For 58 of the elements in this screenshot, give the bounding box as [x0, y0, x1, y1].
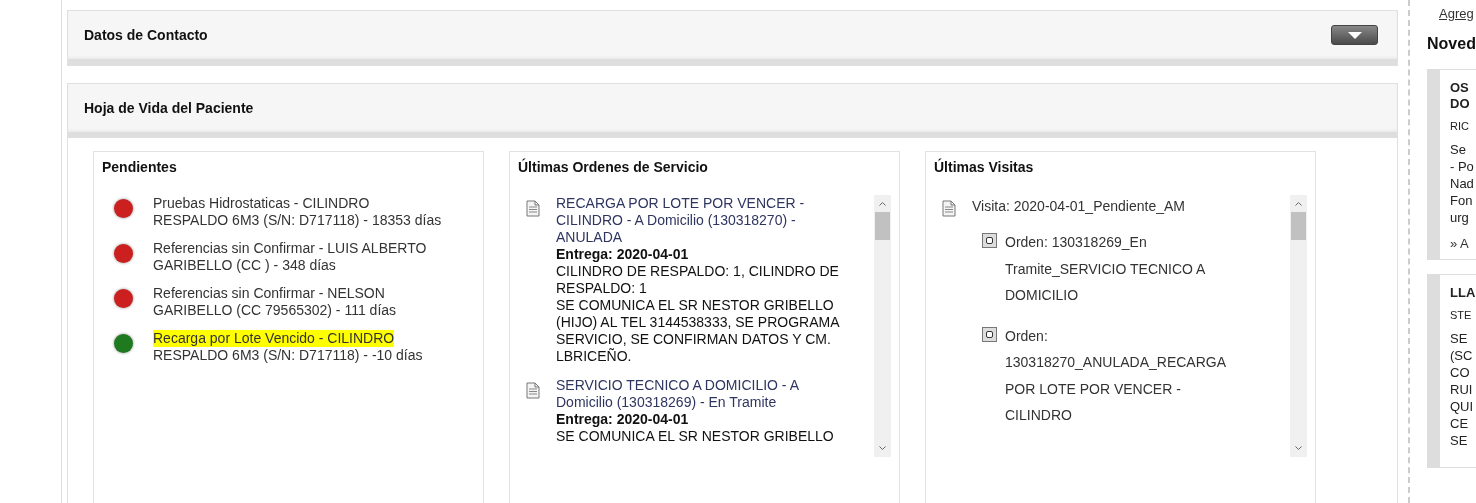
delivery-date: Entrega: 2020-04-01 — [556, 411, 690, 428]
visit-link[interactable]: Visita: 2020-04-01_Pendiente_AM — [972, 198, 1185, 215]
news-text: CO — [1450, 364, 1471, 381]
news-text: SE — [1450, 330, 1469, 347]
pending-text: Referencias sin Confirmar - NELSON — [153, 285, 385, 302]
news-title: LLA — [1450, 285, 1476, 301]
news-text: - Po — [1450, 158, 1475, 175]
news-text: urg — [1450, 209, 1470, 226]
scroll-thumb[interactable] — [1291, 212, 1306, 240]
news-text: CE — [1450, 415, 1470, 432]
scrollbar[interactable] — [1290, 195, 1307, 457]
panel-title: Datos de Contacto — [84, 27, 208, 43]
order-entry[interactable]: Orden: 130318269_En Tramite_SERVICIO TECNICO A DOMICILIO — [1005, 229, 1245, 309]
news-text: Se — [1450, 141, 1467, 158]
order-details: SE COMUNICA EL SR NESTOR GRIBELLO (HIJO) AL TEL 3144538333, SE PROGRAMA SERVICIO, SE CONFIRMAN DATOS Y CM. LBRICEÑO. — [556, 297, 841, 365]
news-link[interactable]: » A — [1450, 236, 1476, 251]
pending-text: GARIBELLO (CC ) - 348 días — [153, 257, 336, 274]
pending-text: RESPALDO 6M3 (S/N: D717118) - 18353 días — [153, 212, 442, 229]
delivery-date: Entrega: 2020-04-01 — [556, 246, 690, 263]
order-details: CILINDRO DE RESPALDO: 1, CILINDRO DE RESPALDO: 1 — [556, 263, 840, 297]
news-title: DO — [1450, 96, 1471, 112]
caret-icon — [1347, 31, 1362, 39]
news-title: OS — [1450, 80, 1470, 96]
order-entry[interactable]: Orden: 130318270_ANULADA_RECARGA POR LOTE POR VENCER - CILINDRO — [1005, 322, 1245, 429]
pending-text: Pruebas Hidrostaticas - CILINDRO — [153, 195, 370, 212]
order-link[interactable]: RECARGA POR LOTE POR VENCER - CILINDRO - A Domicilio (130318270) - ANULADA — [556, 195, 852, 246]
order-icon — [982, 233, 997, 248]
document-icon — [942, 200, 956, 217]
section-title: Pendientes — [102, 159, 178, 175]
news-text: Fon — [1450, 192, 1474, 209]
news-author: RIC — [1450, 120, 1470, 132]
scroll-down-icon[interactable] — [1295, 446, 1302, 451]
order-icon — [982, 326, 997, 342]
section-title: Últimas Ordenes de Servicio — [518, 159, 709, 175]
expand-button[interactable] — [1331, 25, 1378, 45]
scroll-up-icon[interactable] — [879, 201, 886, 206]
pending-text: RESPALDO 6M3 (S/N: D717118) - -10 días — [153, 347, 423, 364]
pending-text: Recarga por Lote Vencido - CILINDRO — [153, 330, 395, 347]
news-text: Nad — [1450, 175, 1475, 192]
panel-title: Hoja de Vida del Paciente — [84, 100, 254, 116]
order-link[interactable]: SERVICIO TECNICO A DOMICILIO - A Domicilio (130318269) - En Tramite — [556, 377, 852, 411]
document-icon — [526, 200, 540, 217]
document-icon — [526, 382, 540, 399]
scroll-thumb[interactable] — [875, 212, 890, 240]
pending-text: GARIBELLO (CC 79565302) - 111 días — [153, 302, 397, 319]
scroll-down-icon[interactable] — [879, 446, 886, 451]
news-text: SE — [1450, 432, 1469, 449]
news-author: STE — [1450, 309, 1473, 321]
news-text: RUI — [1450, 381, 1474, 398]
section-title: Últimas Visitas — [934, 159, 1035, 175]
sidebar-title: Noved — [1427, 35, 1476, 53]
scrollbar[interactable] — [874, 195, 891, 457]
scroll-up-icon[interactable] — [1295, 201, 1302, 206]
pending-text: Referencias sin Confirmar - LUIS ALBERTO — [153, 240, 427, 257]
order-details: SE COMUNICA EL SR NESTOR GRIBELLO — [556, 428, 835, 445]
news-text: QUI — [1450, 398, 1475, 415]
add-link[interactable]: Agreg — [1439, 6, 1476, 21]
news-text: (SC — [1450, 347, 1474, 364]
